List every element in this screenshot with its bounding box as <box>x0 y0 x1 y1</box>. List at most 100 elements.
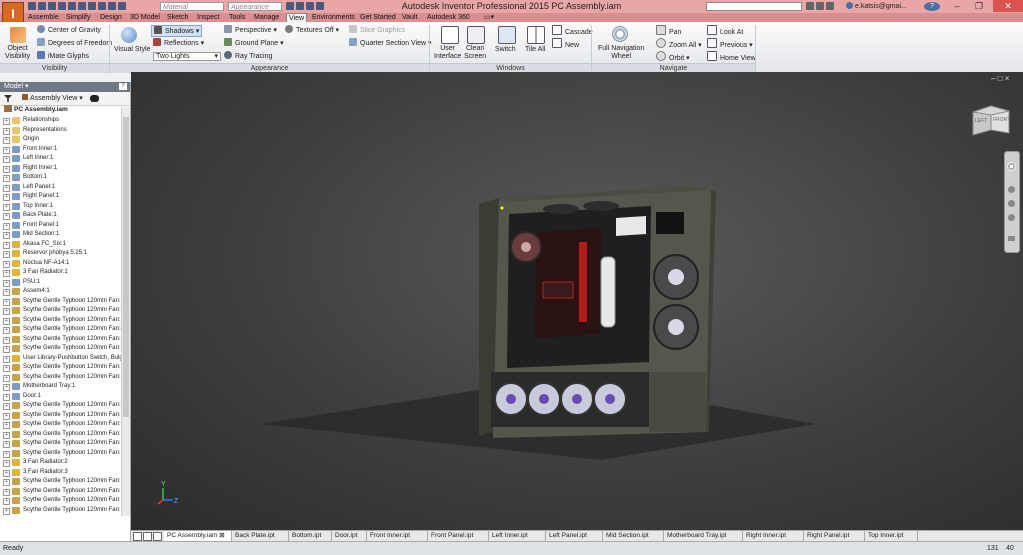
document-tab[interactable]: Front Panel.ipt <box>428 531 489 541</box>
tree-item[interactable]: +3 Fan Radiator:3 <box>0 468 121 478</box>
navigation-wheel-icon[interactable] <box>612 26 628 42</box>
expand-icon[interactable]: + <box>3 374 10 382</box>
degrees-of-freedom-button[interactable]: Degrees of Freedom <box>37 38 112 48</box>
expand-icon[interactable]: + <box>3 137 10 144</box>
tree-item[interactable]: + Scythe Gentle Typhoon 120mm Fan:9 <box>0 401 121 411</box>
tab-3d-model[interactable]: 3D Model <box>130 13 160 22</box>
expand-icon[interactable]: + <box>3 355 10 363</box>
expand-icon[interactable]: + <box>3 260 10 268</box>
tab-get-started[interactable]: Get Started <box>360 13 396 22</box>
full-navigation-wheel-button[interactable]: Full Navigation Wheel <box>598 45 644 61</box>
textures-button[interactable]: Textures Off ▾ <box>285 25 339 35</box>
expand-icon[interactable]: + <box>3 213 10 220</box>
cascade-button[interactable]: Cascade <box>552 25 593 37</box>
slice-graphics-button[interactable]: Slice Graphics <box>349 25 405 35</box>
pan-icon[interactable] <box>1008 186 1015 193</box>
expand-icon[interactable]: + <box>3 346 10 353</box>
expand-icon[interactable]: + <box>3 165 10 173</box>
orbit-icon[interactable] <box>1008 214 1015 221</box>
tree-item[interactable]: + User Library-Pushbutton Switch, Bulg <box>0 354 121 364</box>
tab-design[interactable]: Design <box>100 13 122 22</box>
browser-title[interactable]: Model <box>4 83 23 90</box>
tree-item[interactable]: + Scythe Gentle Typhoon 120mm Fan:4 <box>0 325 121 335</box>
expand-icon[interactable]: + <box>3 507 10 515</box>
user-account[interactable]: e.katsis@gmai... <box>846 1 916 12</box>
binoculars-icon[interactable] <box>806 2 814 10</box>
chevron-down-icon[interactable]: ▾ <box>23 83 29 90</box>
zoom-icon[interactable] <box>1008 200 1015 207</box>
minimize-button[interactable]: – <box>946 0 968 12</box>
document-tab[interactable]: Back Plate.ipt <box>232 531 289 541</box>
expand-icon[interactable]: + <box>3 336 10 344</box>
expand-icon[interactable]: + <box>3 327 10 334</box>
object-visibility-button[interactable]: Object Visibility <box>5 45 30 61</box>
expand-icon[interactable]: + <box>3 194 10 201</box>
filter-icon[interactable] <box>4 95 12 102</box>
tree-item[interactable]: + Right Inner:1 <box>0 164 121 174</box>
tree-item[interactable]: + Motherboard Tray:1 <box>0 382 121 392</box>
document-tab[interactable]: Motherboard Tray.ipt <box>664 531 743 541</box>
expand-icon[interactable]: + <box>3 175 10 182</box>
expand-icon[interactable]: + <box>3 450 10 458</box>
tree-item[interactable]: + PSU:1 <box>0 278 121 288</box>
help-icon[interactable]: ? <box>119 83 127 90</box>
key-icon[interactable] <box>816 2 824 10</box>
expand-icon[interactable]: + <box>3 422 10 429</box>
expand-icon[interactable]: + <box>3 118 10 125</box>
expand-icon[interactable]: + <box>3 184 10 192</box>
browser-scrollbar[interactable] <box>121 107 130 516</box>
zoom-all-button[interactable]: Zoom All ▾ <box>656 38 702 50</box>
expand-icon[interactable]: + <box>3 232 10 239</box>
viewcube[interactable]: LEFT FRONT <box>971 102 1011 136</box>
look-at-button[interactable]: Look At <box>707 25 743 37</box>
look-at-icon[interactable] <box>1008 236 1015 241</box>
orbit-button[interactable]: Orbit ▾ <box>656 51 690 63</box>
star-icon[interactable] <box>826 2 834 10</box>
tree-item[interactable]: + Assem4:1 <box>0 287 121 297</box>
tree-item[interactable]: + Scythe Gentle Typhoon 120mm Fan:1 <box>0 487 121 497</box>
tree-item[interactable]: +3 Fan Radiator:2 <box>0 458 121 468</box>
binoculars-icon[interactable] <box>90 95 99 102</box>
tree-item[interactable]: + Scythe Gentle Typhoon 120mm Fan:2 <box>0 306 121 316</box>
tab-assemble[interactable]: Assemble <box>28 13 59 22</box>
tree-item[interactable]: + Scythe Gentle Typhoon 120mm Fan:6 <box>0 344 121 354</box>
tree-item[interactable]: + Top Inner:1 <box>0 202 121 212</box>
tree-item[interactable]: + Representations <box>0 126 121 136</box>
user-interface-button[interactable]: User Interface <box>434 45 461 61</box>
expand-icon[interactable]: + <box>3 469 10 477</box>
tree-item[interactable]: + Scythe Gentle Typhoon 120mm Fan:1 <box>0 411 121 421</box>
tree-item[interactable]: + Origin <box>0 135 121 145</box>
document-tab[interactable]: Bottom.ipt <box>289 531 332 541</box>
quarter-section-button[interactable]: Quarter Section View ▾ <box>349 38 431 48</box>
previous-view-button[interactable]: Previous ▾ <box>707 38 753 50</box>
tree-item[interactable]: + Akasa FC_Six:1 <box>0 240 121 250</box>
expand-icon[interactable]: + <box>3 431 10 439</box>
expand-icon[interactable]: + <box>3 222 10 230</box>
tree-item[interactable]: + Scythe Gentle Typhoon 120mm Fan:1 <box>0 297 121 307</box>
expand-icon[interactable]: + <box>3 289 10 296</box>
expand-icon[interactable]: + <box>3 365 10 372</box>
app-menu-button[interactable]: I <box>2 2 24 24</box>
tree-item[interactable]: + Bottom:1 <box>0 173 121 183</box>
visibility-panel-label[interactable]: Visibility <box>0 63 109 73</box>
document-tab[interactable]: Front Inner.ipt <box>367 531 428 541</box>
tile-icon[interactable] <box>133 532 142 541</box>
object-visibility-icon[interactable] <box>10 27 26 43</box>
switch-icon[interactable] <box>498 26 516 44</box>
expand-icon[interactable]: + <box>3 279 10 287</box>
tab-view[interactable]: View <box>286 13 308 22</box>
expand-icon[interactable]: + <box>3 498 10 505</box>
shadows-button[interactable]: Shadows ▾ <box>151 25 203 37</box>
tree-item[interactable]: + Scythe Gentle Typhoon 120mm Fan:3 <box>0 316 121 326</box>
expand-icon[interactable]: + <box>3 393 10 401</box>
expand-icon[interactable]: + <box>3 412 10 420</box>
tree-item[interactable]: + Left Inner:1 <box>0 154 121 164</box>
tree-item[interactable]: + Scythe Gentle Typhoon 120mm Fan:5 <box>0 335 121 345</box>
tab-overflow-icon[interactable]: ▭▾ <box>484 13 496 22</box>
tree-item[interactable]: + Scythe Gentle Typhoon 120mm Fan:7 <box>0 363 121 373</box>
list-icon[interactable] <box>143 532 152 541</box>
graphics-viewport[interactable]: Z Y LEFT FRONT – □ × <box>131 72 1023 530</box>
tree-item[interactable]: + Door:1 <box>0 392 121 402</box>
minimize-icon[interactable]: – <box>991 74 995 83</box>
visual-style-button[interactable]: Visual Style <box>114 45 150 54</box>
